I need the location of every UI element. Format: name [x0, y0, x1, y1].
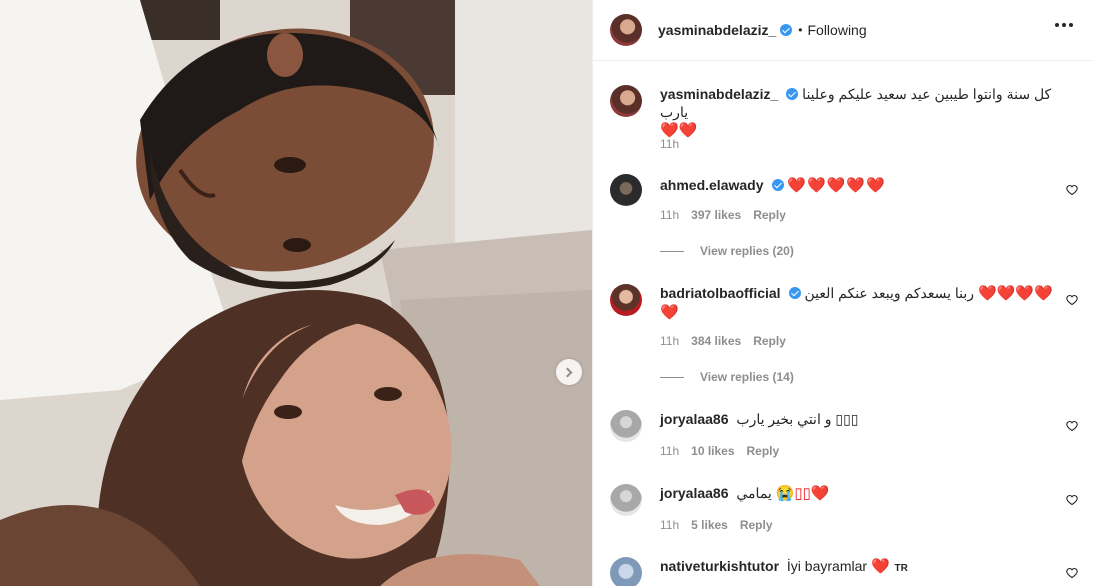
comment-username[interactable]: ahmed.elawady — [660, 177, 764, 193]
comment-likes[interactable]: 397 likes — [691, 208, 741, 222]
comment-username[interactable]: nativeturkishtutor — [660, 558, 779, 574]
reply-button[interactable]: Reply — [740, 518, 773, 532]
reply-button[interactable]: Reply — [753, 208, 786, 222]
chevron-right-icon — [562, 367, 573, 377]
caption-username[interactable]: yasminabdelaziz_ — [660, 86, 778, 102]
view-replies-button[interactable]: View replies (14) — [660, 370, 794, 384]
view-replies-button[interactable]: View replies (20) — [660, 244, 794, 258]
comment-meta: 11h 397 likes Reply — [660, 208, 786, 222]
emoji-glyphs: 😭▯▯❤️ — [775, 485, 830, 502]
comment-text: ❤️❤️❤️❤️❤️ — [787, 177, 886, 194]
verified-badge-icon — [788, 287, 801, 299]
comment-meta: 11h 5 likes Reply — [660, 518, 773, 532]
author-avatar[interactable] — [610, 14, 642, 46]
comment-time[interactable]: 11h — [660, 518, 679, 532]
emoji-glyphs: ▯▯▯ — [835, 411, 859, 427]
comment-time[interactable]: 11h — [660, 208, 679, 222]
commenter-avatar[interactable] — [610, 557, 642, 586]
verified-badge-icon — [786, 88, 799, 100]
comment-text: و انتي بخير يارب — [736, 411, 832, 427]
next-photo-button[interactable] — [556, 359, 582, 385]
author-avatar[interactable] — [610, 85, 642, 117]
post-photo — [0, 0, 592, 586]
reply-button[interactable]: Reply — [753, 334, 786, 348]
verified-badge-icon — [780, 24, 793, 36]
like-heart-icon[interactable] — [1066, 420, 1078, 432]
caption-time[interactable]: 11h — [660, 137, 679, 151]
commenter-avatar[interactable] — [610, 410, 642, 442]
like-heart-icon[interactable] — [1066, 294, 1078, 306]
more-options-icon[interactable] — [1055, 23, 1073, 27]
comment-time[interactable]: 11h — [660, 334, 679, 348]
like-heart-icon[interactable] — [1066, 184, 1078, 196]
comment-likes[interactable]: 10 likes — [691, 444, 734, 458]
flag-tr: TR — [894, 563, 908, 574]
comment-time[interactable]: 11h — [660, 444, 679, 458]
post-sidebar: yasminabdelaziz_ • Following yasminabdel… — [592, 0, 1093, 586]
heart-emoji: ❤️ — [870, 558, 891, 575]
comments-list: yasminabdelaziz_ كل سنة وانتوا طيبين عيد… — [593, 61, 1093, 586]
commenter-avatar[interactable] — [610, 174, 642, 206]
comment-likes[interactable]: 5 likes — [691, 518, 728, 532]
like-heart-icon[interactable] — [1066, 567, 1078, 579]
commenter-avatar[interactable] — [610, 284, 642, 316]
comment-username[interactable]: joryalaa86 — [660, 411, 729, 427]
comment-username[interactable]: joryalaa86 — [660, 485, 729, 501]
comment-text: İyi bayramlar — [786, 558, 868, 574]
caption-meta: 11h — [660, 137, 679, 151]
comment-meta: 11h 384 likes Reply — [660, 334, 786, 348]
comment-text: يمامي — [736, 485, 772, 501]
post-header: yasminabdelaziz_ • Following — [593, 0, 1093, 61]
comment-likes[interactable]: 384 likes — [691, 334, 741, 348]
comment-meta: 11h 10 likes Reply — [660, 444, 779, 458]
author-username[interactable]: yasminabdelaziz_ — [658, 22, 776, 38]
reply-button[interactable]: Reply — [747, 444, 780, 458]
verified-badge-icon — [771, 179, 784, 191]
following-button[interactable]: Following — [807, 22, 866, 38]
selfie-illustration — [0, 0, 592, 586]
comment-username[interactable]: badriatolbaofficial — [660, 285, 781, 301]
commenter-avatar[interactable] — [610, 484, 642, 516]
like-heart-icon[interactable] — [1066, 494, 1078, 506]
comment-text: ربنا يسعدكم ويبعد عنكم العين — [804, 285, 975, 301]
separator-dot: • — [798, 23, 803, 37]
